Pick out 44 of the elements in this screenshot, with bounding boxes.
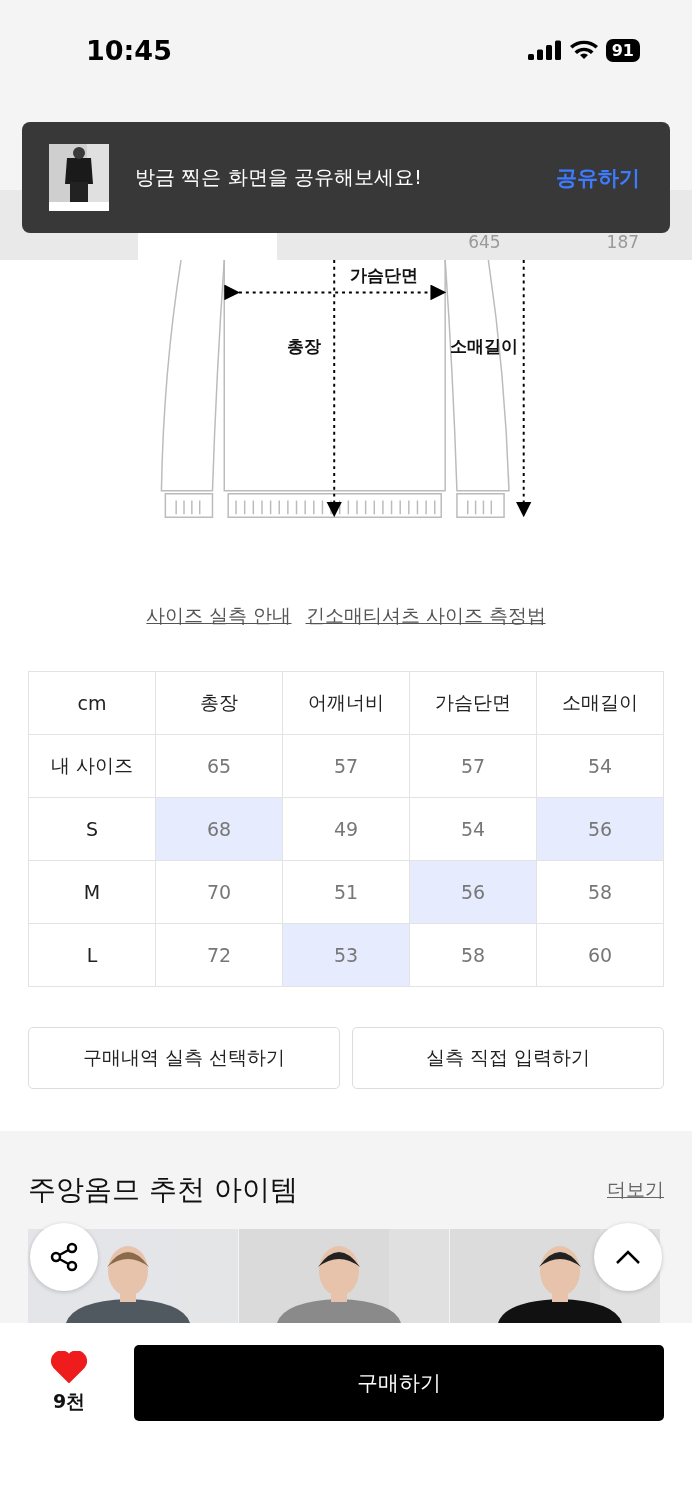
row-header: S [28, 797, 156, 861]
measurement-label: 소매길이 [450, 337, 519, 357]
column-header: 어깨너비 [282, 671, 410, 735]
signal-icon [527, 40, 562, 60]
measure-button[interactable]: 실측 직접 입력하기 [352, 1026, 664, 1089]
table-cell: 58 [536, 860, 664, 924]
measurement-label: 총장 [286, 337, 321, 357]
table-cell: 68 [155, 797, 283, 861]
table-cell: 49 [282, 797, 410, 861]
like-count: 9천 [52, 1388, 86, 1414]
table-cell: 53 [282, 923, 410, 987]
status-time: 10:45 [86, 34, 172, 66]
share-icon [48, 1241, 80, 1273]
buy-button[interactable]: 구매하기 [134, 1344, 664, 1421]
table-cell: 51 [282, 860, 410, 924]
measure-button[interactable]: 구매내역 실측 선택하기 [28, 1026, 340, 1089]
table-cell: 60 [536, 923, 664, 987]
column-header: 소매길이 [536, 671, 664, 735]
chevron-up-icon [615, 1249, 641, 1265]
row-header: L [28, 923, 156, 987]
table-cell: 56 [536, 797, 664, 861]
row-header: M [28, 860, 156, 924]
section-title: 주앙옴므 추천 아이템 [28, 1171, 298, 1208]
table-cell: 72 [155, 923, 283, 987]
more-link[interactable]: 더보기 [607, 1176, 664, 1203]
guide-link[interactable]: 사이즈 실측 안내 [146, 602, 292, 629]
battery-indicator: 91 [605, 38, 640, 62]
table-cell: 56 [409, 860, 537, 924]
column-header: cm [28, 671, 156, 735]
heart-icon[interactable] [51, 1350, 87, 1383]
table-cell: 70 [155, 860, 283, 924]
wifi-icon [569, 40, 598, 60]
table-cell: 54 [536, 734, 664, 798]
guide-link[interactable]: 긴소매티셔츠 사이즈 측정법 [305, 602, 546, 629]
table-cell: 54 [409, 797, 537, 861]
column-header: 총장 [155, 671, 283, 735]
column-header: 가슴단면 [409, 671, 537, 735]
toast-message: 방금 찍은 화면을 공유해보세요! [135, 164, 424, 191]
table-cell: 58 [409, 923, 537, 987]
table-cell: 57 [409, 734, 537, 798]
row-header: 내 사이즈 [28, 734, 156, 798]
table-cell: 57 [282, 734, 410, 798]
table-cell: 65 [155, 734, 283, 798]
measurement-label: 가슴단면 [350, 265, 419, 285]
